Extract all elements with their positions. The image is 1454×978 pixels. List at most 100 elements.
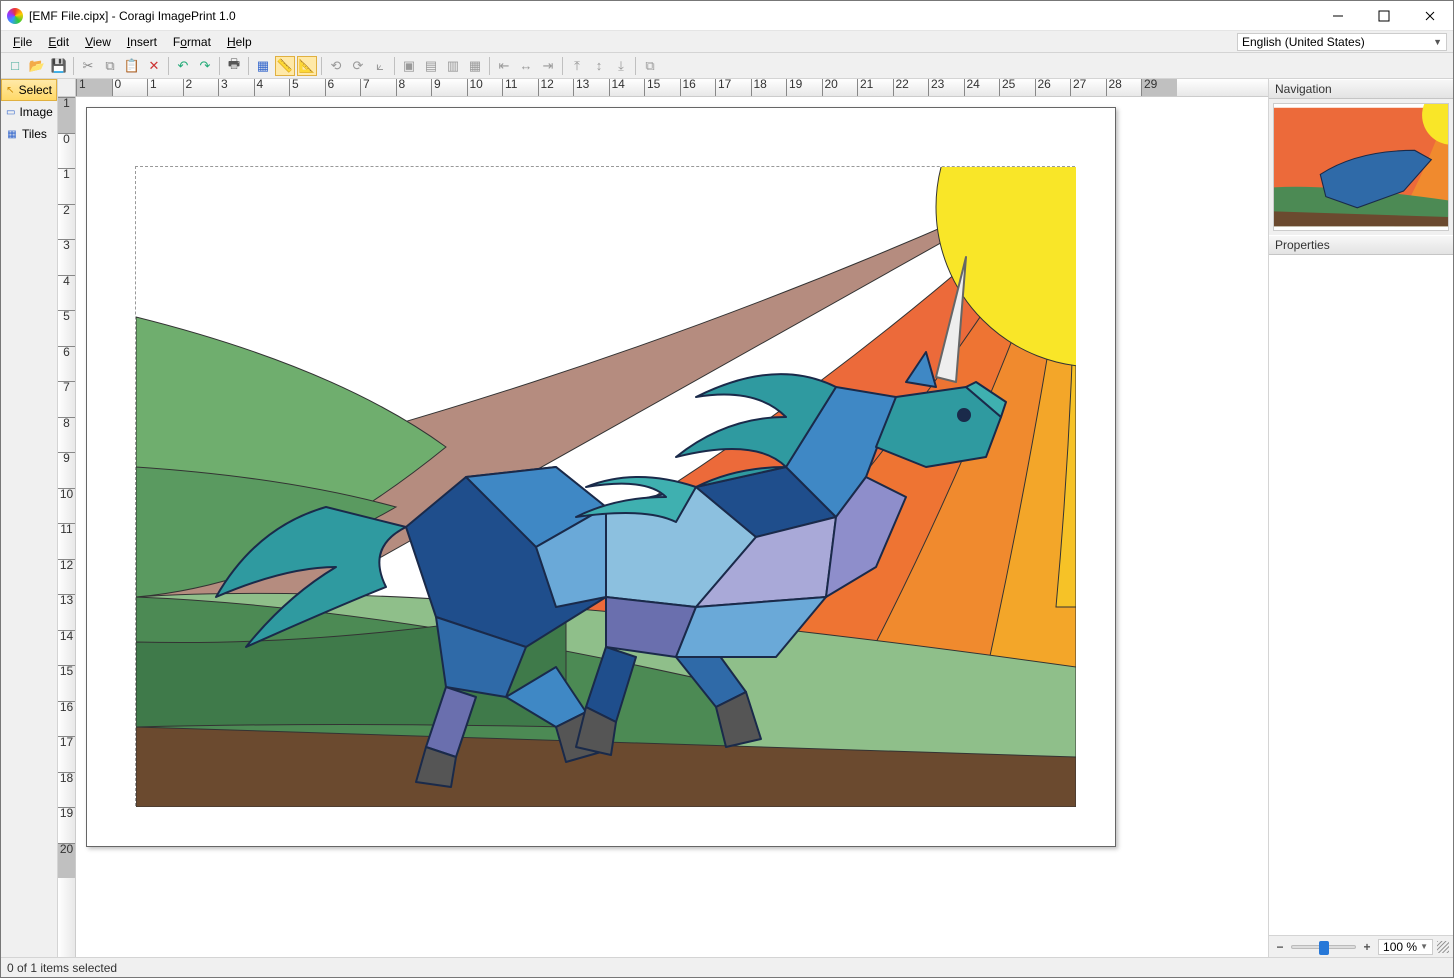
bring-front-icon: ▣ [403,58,415,74]
bring-forward-button[interactable]: ▤ [421,56,441,76]
hruler-tick: 28 [1106,79,1142,96]
align-bottom-icon: ⤓ [618,58,624,74]
canvas-area[interactable] [76,97,1268,957]
align-top-button[interactable]: ⤒ [567,56,587,76]
align-right-icon: ⇥ [543,58,554,74]
grid-icon: ▦ [257,58,269,74]
rotate-right-button[interactable]: ⟳ [348,56,368,76]
vertical-ruler[interactable]: 101234567891011121314151617181920 [58,97,76,957]
page[interactable] [86,107,1116,847]
zoom-slider[interactable] [1291,945,1356,949]
open-button[interactable]: 📂 [27,56,47,76]
hruler-tick: 14 [609,79,645,96]
vruler-tick: 11 [58,523,75,559]
menu-insert[interactable]: Insert [119,33,165,51]
horizontal-ruler[interactable]: 1012345678910111213141516171819202122232… [76,79,1268,97]
align-left-icon: ⇤ [499,58,510,74]
hruler-tick: 2 [183,79,219,96]
hruler-tick: 27 [1070,79,1106,96]
menu-file[interactable]: File [5,33,40,51]
hruler-tick: 23 [928,79,964,96]
new-icon: □ [11,58,19,73]
toolbar-separator [219,57,220,75]
vruler-tick: 12 [58,559,75,595]
app-icon [7,8,23,24]
bring-front-button[interactable]: ▣ [399,56,419,76]
ruler-v-icon: 📐 [299,58,315,74]
delete-button[interactable]: ✕ [144,56,164,76]
open-icon: 📂 [29,58,45,74]
image-tool[interactable]: ▭Image [1,101,57,123]
chevron-down-icon: ▼ [1420,942,1428,951]
send-back-button[interactable]: ▦ [465,56,485,76]
cut-button[interactable]: ✂ [78,56,98,76]
vruler-tick: 8 [58,417,75,453]
language-value: English (United States) [1242,35,1365,49]
properties-panel-header: Properties [1269,235,1453,255]
toolbar-separator [168,57,169,75]
save-button[interactable]: 💾 [49,56,69,76]
zoom-in-button[interactable]: + [1360,940,1374,954]
tiles-tool[interactable]: ▦Tiles [1,123,57,145]
ruler-v-button[interactable]: 📐 [297,56,317,76]
hruler-tick: 29 [1141,79,1177,96]
hruler-tick: 15 [644,79,680,96]
grid-button[interactable]: ▦ [253,56,273,76]
nav-thumb-svg [1274,104,1448,230]
copy-button[interactable]: ⧉ [100,56,120,76]
zoom-out-button[interactable]: − [1273,940,1287,954]
resize-grip[interactable] [1437,941,1449,953]
send-backward-icon: ▥ [447,58,459,74]
crop-button[interactable]: ⟀ [370,56,390,76]
hruler-tick: 7 [360,79,396,96]
align-center-button[interactable]: ↔ [516,56,536,76]
vruler-tick: 10 [58,488,75,524]
select-tool[interactable]: ↖Select [1,79,57,101]
send-back-icon: ▦ [469,58,481,74]
chevron-down-icon: ▼ [1433,37,1442,47]
paste-button[interactable]: 📋 [122,56,142,76]
align-middle-button[interactable]: ↕ [589,56,609,76]
toolbar-separator [73,57,74,75]
send-backward-button[interactable]: ▥ [443,56,463,76]
rotate-left-button[interactable]: ⟲ [326,56,346,76]
align-bottom-button[interactable]: ⤓ [611,56,631,76]
toolbar-separator [562,57,563,75]
tiles-tool-label: Tiles [22,127,47,141]
menu-view[interactable]: View [77,33,119,51]
vruler-tick: 0 [58,133,75,169]
artwork-selection[interactable] [135,166,1075,806]
redo-icon: ↷ [200,58,211,74]
delete-icon: ✕ [149,58,160,74]
rotate-left-icon: ⟲ [331,58,342,74]
hruler-tick: 11 [502,79,538,96]
vruler-tick: 5 [58,310,75,346]
zoom-value[interactable]: 100 % ▼ [1378,939,1433,955]
print-button[interactable]: 🖶 [224,56,244,76]
close-button[interactable] [1407,1,1453,31]
align-center-icon: ↔ [520,58,533,73]
vruler-tick: 1 [58,97,75,133]
paste-icon: 📋 [124,58,140,74]
navigation-thumbnail[interactable] [1273,103,1449,231]
new-button[interactable]: □ [5,56,25,76]
menu-edit[interactable]: Edit [40,33,77,51]
workspace: 1012345678910111213141516171819202122232… [58,79,1268,957]
vruler-tick: 9 [58,452,75,488]
hruler-tick: 24 [964,79,1000,96]
maximize-button[interactable] [1361,1,1407,31]
menu-format[interactable]: Format [165,33,219,51]
zoom-slider-thumb[interactable] [1319,941,1329,955]
redo-button[interactable]: ↷ [195,56,215,76]
align-right-button[interactable]: ⇥ [538,56,558,76]
align-left-button[interactable]: ⇤ [494,56,514,76]
link-button[interactable]: ⧉ [640,56,660,76]
ruler-h-button[interactable]: 📏 [275,56,295,76]
hruler-tick: 25 [999,79,1035,96]
language-selector[interactable]: English (United States) ▼ [1237,33,1447,51]
menu-help[interactable]: Help [219,33,260,51]
navigation-panel-header: Navigation [1269,79,1453,99]
minimize-button[interactable] [1315,1,1361,31]
align-middle-icon: ↕ [596,58,603,73]
undo-button[interactable]: ↶ [173,56,193,76]
